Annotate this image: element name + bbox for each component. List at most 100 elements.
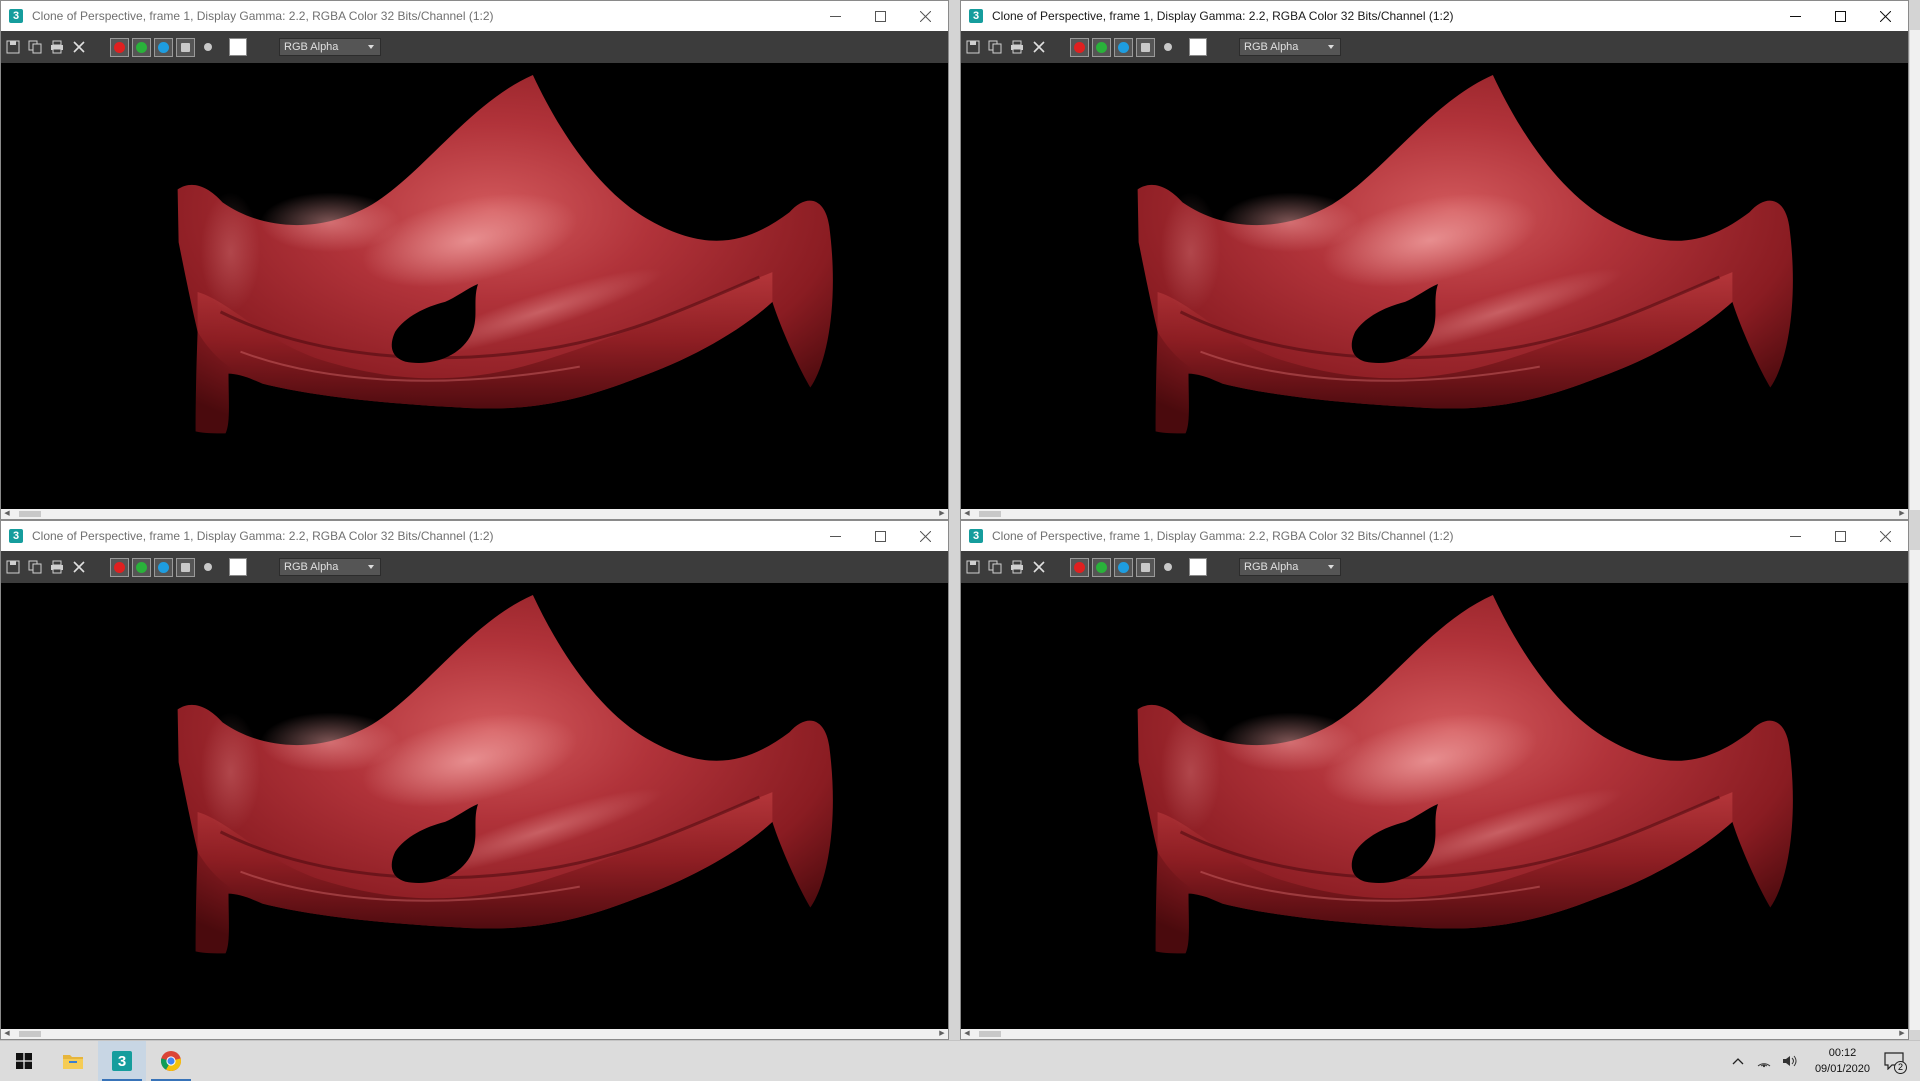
horizontal-scrollbar[interactable]: ◀ ▶ bbox=[1, 509, 948, 519]
blue-channel-toggle[interactable] bbox=[154, 37, 173, 57]
volume-button[interactable] bbox=[1778, 1041, 1802, 1081]
minimize-button[interactable] bbox=[1773, 521, 1818, 551]
clone-icon[interactable] bbox=[25, 557, 45, 577]
clone-icon[interactable] bbox=[25, 37, 45, 57]
show-hidden-icons-button[interactable] bbox=[1726, 1041, 1750, 1081]
monochrome-toggle[interactable] bbox=[198, 558, 217, 577]
notification-count-badge: 2 bbox=[1894, 1061, 1907, 1074]
3ds-max-icon: 3 bbox=[969, 9, 983, 23]
close-button[interactable] bbox=[1863, 521, 1908, 551]
green-channel-toggle[interactable] bbox=[1092, 557, 1111, 577]
print-icon[interactable] bbox=[1007, 37, 1027, 57]
vertical-scrollbar[interactable] bbox=[1910, 550, 1920, 1030]
red-channel-toggle[interactable] bbox=[1070, 557, 1089, 577]
window-title: Clone of Perspective, frame 1, Display G… bbox=[992, 9, 1454, 23]
clear-icon[interactable] bbox=[69, 37, 89, 57]
frame-buffer-window-top-right[interactable]: 3 Clone of Perspective, frame 1, Display… bbox=[960, 0, 1909, 520]
close-button[interactable] bbox=[1863, 1, 1908, 31]
background-color-swatch[interactable] bbox=[229, 38, 247, 56]
blue-channel-toggle[interactable] bbox=[1114, 37, 1133, 57]
render-viewport bbox=[961, 63, 1908, 509]
clone-icon[interactable] bbox=[985, 37, 1005, 57]
windows-taskbar: 3 00:12 09/01/2020 2 bbox=[0, 1040, 1920, 1081]
close-button[interactable] bbox=[903, 521, 948, 551]
minimize-button[interactable] bbox=[813, 521, 858, 551]
render-viewport bbox=[1, 63, 948, 509]
monochrome-toggle[interactable] bbox=[1158, 38, 1177, 57]
print-icon[interactable] bbox=[1007, 557, 1027, 577]
save-icon[interactable] bbox=[963, 557, 983, 577]
red-cloth-render bbox=[1136, 73, 1795, 435]
maximize-button[interactable] bbox=[858, 521, 903, 551]
start-button[interactable] bbox=[0, 1041, 48, 1081]
horizontal-scrollbar[interactable]: ◀ ▶ bbox=[1, 1029, 948, 1039]
maximize-button[interactable] bbox=[858, 1, 903, 31]
title-bar[interactable]: 3 Clone of Perspective, frame 1, Display… bbox=[1, 1, 948, 31]
red-channel-toggle[interactable] bbox=[110, 37, 129, 57]
clone-icon[interactable] bbox=[985, 557, 1005, 577]
title-bar[interactable]: 3 Clone of Perspective, frame 1, Display… bbox=[961, 1, 1908, 31]
window-title: Clone of Perspective, frame 1, Display G… bbox=[32, 529, 494, 543]
window-title: Clone of Perspective, frame 1, Display G… bbox=[992, 529, 1454, 543]
frame-buffer-window-top-left[interactable]: 3 Clone of Perspective, frame 1, Display… bbox=[0, 0, 949, 520]
alpha-channel-toggle[interactable] bbox=[1136, 557, 1155, 577]
channel-display-select[interactable]: RGB Alpha bbox=[1239, 38, 1341, 56]
network-button[interactable] bbox=[1752, 1041, 1776, 1081]
channel-display-select[interactable]: RGB Alpha bbox=[279, 38, 381, 56]
title-bar[interactable]: 3 Clone of Perspective, frame 1, Display… bbox=[961, 521, 1908, 551]
channel-display-select[interactable]: RGB Alpha bbox=[1239, 558, 1341, 576]
close-button[interactable] bbox=[903, 1, 948, 31]
alpha-channel-toggle[interactable] bbox=[176, 557, 195, 577]
clear-icon[interactable] bbox=[69, 557, 89, 577]
chrome-icon bbox=[160, 1051, 182, 1072]
3ds-max-icon: 3 bbox=[9, 9, 23, 23]
maximize-button[interactable] bbox=[1818, 521, 1863, 551]
alpha-channel-toggle[interactable] bbox=[176, 37, 195, 57]
chrome-taskbar-button[interactable] bbox=[147, 1041, 195, 1081]
monochrome-toggle[interactable] bbox=[1158, 558, 1177, 577]
maximize-button[interactable] bbox=[1818, 1, 1863, 31]
vertical-scrollbar[interactable] bbox=[1910, 30, 1920, 510]
wifi-icon bbox=[1757, 1063, 1771, 1068]
frame-buffer-toolbar: RGB Alpha bbox=[1, 31, 948, 63]
red-channel-toggle[interactable] bbox=[1070, 37, 1089, 57]
red-cloth-render bbox=[1136, 593, 1795, 955]
green-channel-toggle[interactable] bbox=[132, 37, 151, 57]
background-color-swatch[interactable] bbox=[1189, 38, 1207, 56]
green-channel-toggle[interactable] bbox=[1092, 37, 1111, 57]
taskbar-clock[interactable]: 00:12 09/01/2020 bbox=[1815, 1045, 1870, 1077]
blue-channel-toggle[interactable] bbox=[154, 557, 173, 577]
clock-date: 09/01/2020 bbox=[1814, 1063, 1870, 1075]
save-icon[interactable] bbox=[3, 557, 23, 577]
channel-display-select[interactable]: RGB Alpha bbox=[279, 558, 381, 576]
print-icon[interactable] bbox=[47, 37, 67, 57]
3ds-max-icon: 3 bbox=[112, 1051, 132, 1071]
title-bar[interactable]: 3 Clone of Perspective, frame 1, Display… bbox=[1, 521, 948, 551]
save-icon[interactable] bbox=[3, 37, 23, 57]
horizontal-scrollbar[interactable]: ◀ ▶ bbox=[961, 1029, 1908, 1039]
horizontal-scrollbar[interactable]: ◀ ▶ bbox=[961, 509, 1908, 519]
background-color-swatch[interactable] bbox=[1189, 558, 1207, 576]
background-color-swatch[interactable] bbox=[229, 558, 247, 576]
file-explorer-button[interactable] bbox=[49, 1041, 97, 1081]
3ds-max-icon: 3 bbox=[9, 529, 23, 543]
clear-icon[interactable] bbox=[1029, 37, 1049, 57]
3ds-max-taskbar-button[interactable]: 3 bbox=[98, 1041, 146, 1081]
minimize-button[interactable] bbox=[813, 1, 858, 31]
save-icon[interactable] bbox=[963, 37, 983, 57]
action-center-button[interactable]: 2 bbox=[1876, 1041, 1912, 1081]
alpha-channel-toggle[interactable] bbox=[1136, 37, 1155, 57]
frame-buffer-window-bottom-left[interactable]: 3 Clone of Perspective, frame 1, Display… bbox=[0, 520, 949, 1040]
red-cloth-render bbox=[176, 73, 835, 435]
print-icon[interactable] bbox=[47, 557, 67, 577]
red-cloth-render bbox=[176, 593, 835, 955]
frame-buffer-window-bottom-right[interactable]: 3 Clone of Perspective, frame 1, Display… bbox=[960, 520, 1909, 1040]
monochrome-toggle[interactable] bbox=[198, 38, 217, 57]
blue-channel-toggle[interactable] bbox=[1114, 557, 1133, 577]
frame-buffer-toolbar: RGB Alpha bbox=[961, 551, 1908, 583]
minimize-button[interactable] bbox=[1773, 1, 1818, 31]
red-channel-toggle[interactable] bbox=[110, 557, 129, 577]
clear-icon[interactable] bbox=[1029, 557, 1049, 577]
green-channel-toggle[interactable] bbox=[132, 557, 151, 577]
render-viewport bbox=[961, 583, 1908, 1029]
